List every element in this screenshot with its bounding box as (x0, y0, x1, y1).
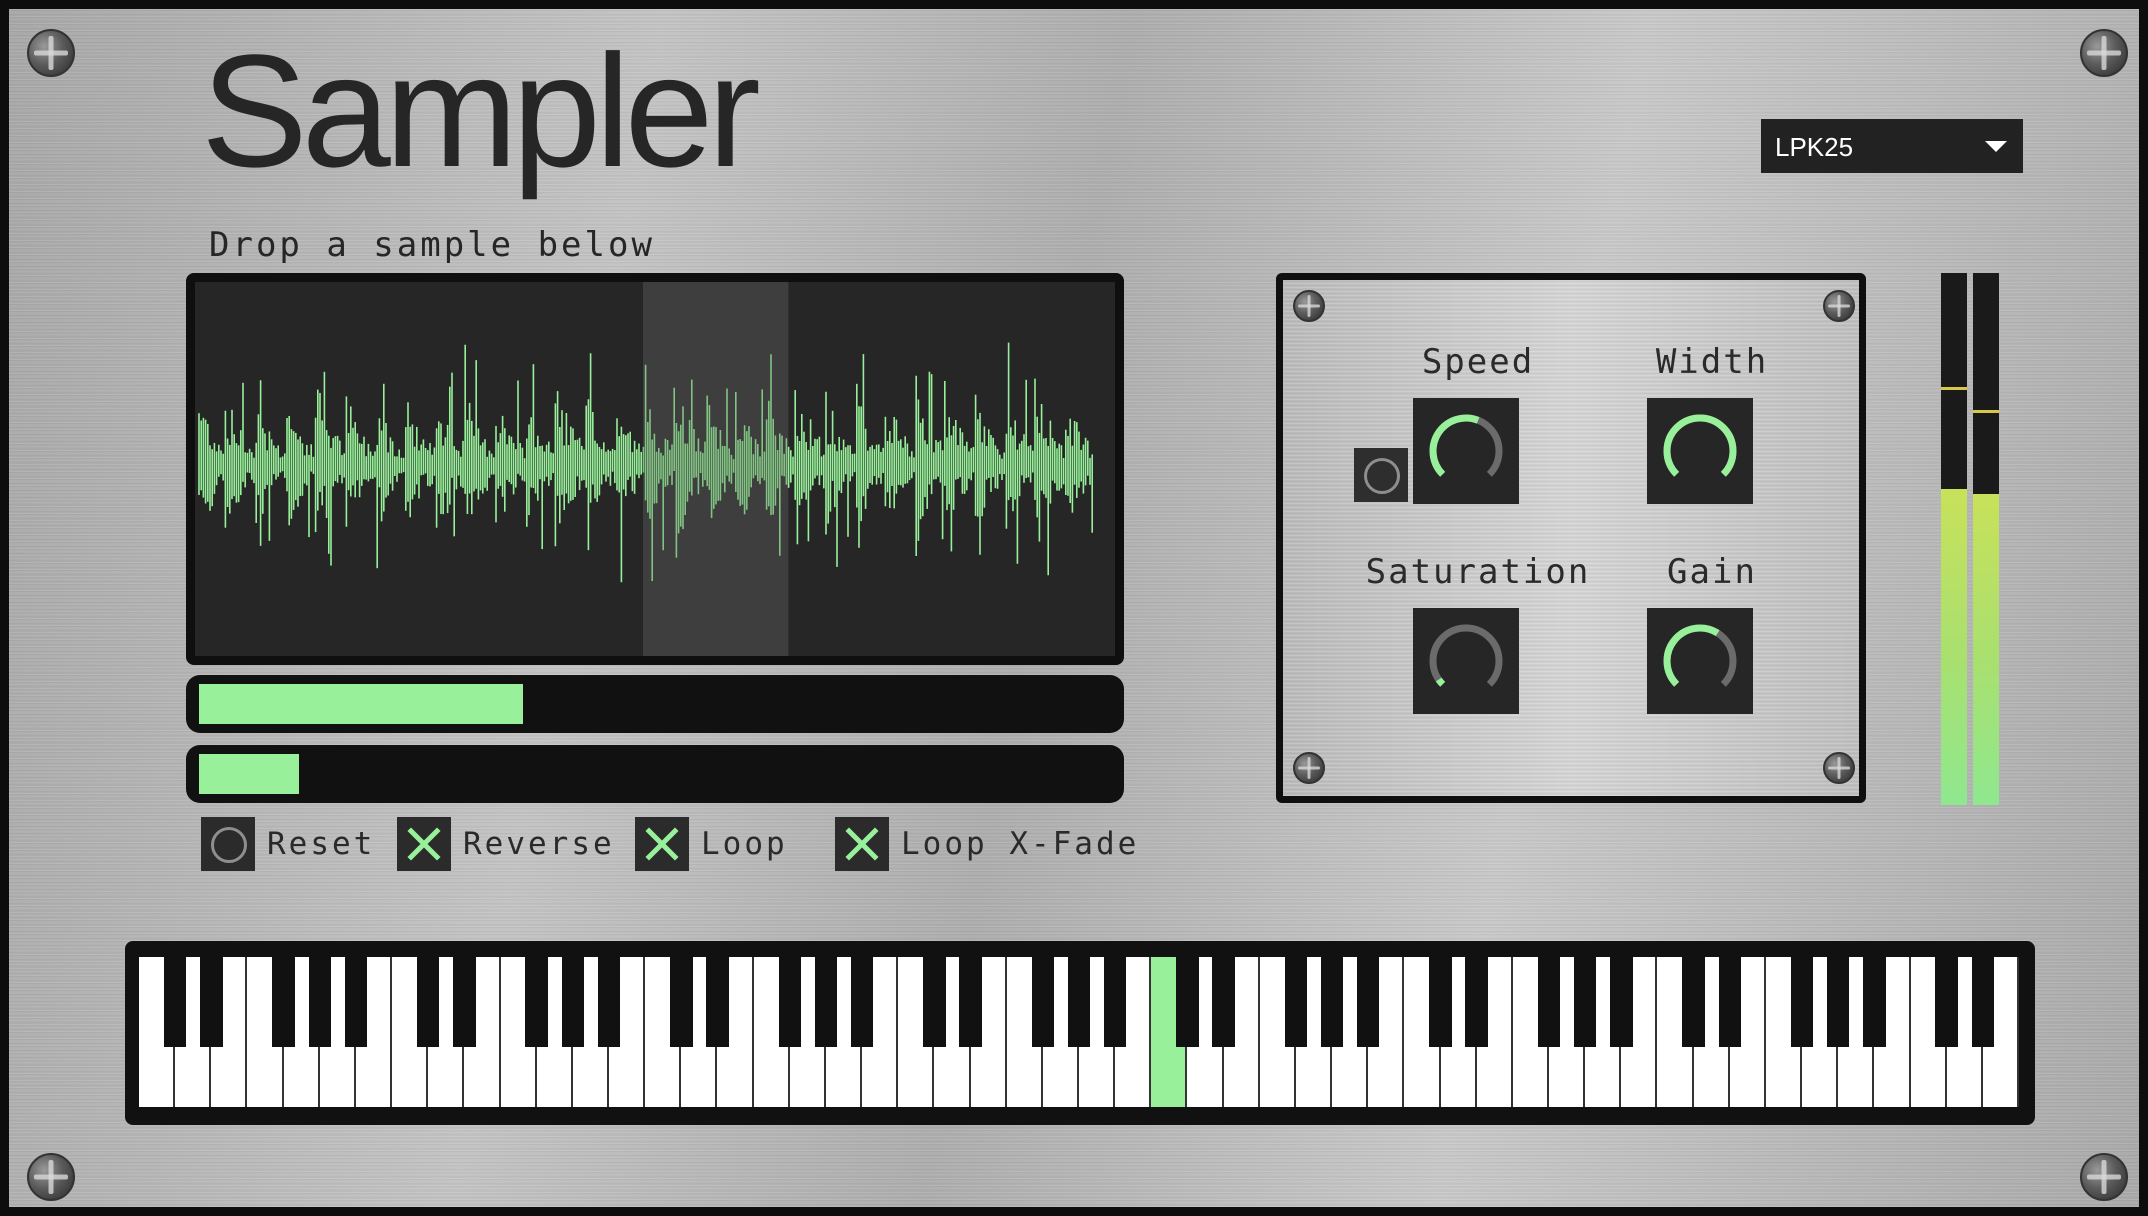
screw-bottom-left-icon (27, 1153, 75, 1201)
piano-black-key[interactable] (1863, 957, 1886, 1047)
piano-black-key[interactable] (272, 957, 295, 1047)
piano-black-key[interactable] (670, 957, 693, 1047)
speed-label: Speed (1421, 342, 1535, 382)
piano-black-key[interactable] (1935, 957, 1958, 1047)
piano-black-key[interactable] (1537, 957, 1561, 1047)
saturation-knob-dial (1429, 624, 1503, 687)
meter-right-channel (1973, 273, 1999, 805)
width-label: Width (1655, 342, 1769, 382)
circle-icon (1364, 458, 1400, 494)
meter-left-channel (1941, 273, 1967, 805)
screw-top-left-icon (27, 29, 75, 77)
gain-label: Gain (1667, 552, 1757, 592)
drop-hint: Drop a sample below (209, 225, 655, 265)
app-title: Sampler (201, 21, 761, 200)
reverse-label: Reverse (463, 826, 615, 862)
screw-bottom-right-icon (2080, 1153, 2128, 1201)
piano-black-key[interactable] (706, 957, 729, 1047)
panel-screw-bottom-right-icon (1823, 752, 1855, 784)
sample-end-slider-fill (199, 754, 299, 794)
piano-keys (139, 957, 2019, 1107)
screw-top-right-icon (2080, 29, 2128, 77)
meter-left-fill (1941, 489, 1967, 805)
piano-black-key[interactable] (1971, 957, 1995, 1047)
piano-black-key[interactable] (344, 957, 368, 1047)
piano-black-key[interactable] (1682, 957, 1705, 1047)
width-knob-dial (1663, 414, 1737, 477)
piano-black-key[interactable] (850, 957, 874, 1047)
piano-black-key[interactable] (1465, 957, 1488, 1047)
piano-black-key[interactable] (417, 957, 440, 1047)
sampler-window: Sampler Drop a sample below LPK25 Reset … (0, 0, 2148, 1216)
loop-xfade-checkbox[interactable] (835, 817, 889, 871)
piano-black-key[interactable] (959, 957, 982, 1047)
piano-black-key[interactable] (308, 957, 331, 1047)
meter-right-fill (1973, 494, 1999, 805)
piano-black-key[interactable] (1103, 957, 1127, 1047)
check-x-icon (645, 827, 679, 861)
check-x-icon (845, 827, 879, 861)
reset-label: Reset (267, 826, 376, 862)
piano-black-key[interactable] (597, 957, 621, 1047)
piano-black-key[interactable] (778, 957, 801, 1047)
piano-black-key[interactable] (1320, 957, 1344, 1047)
sample-start-slider-fill (199, 684, 523, 724)
piano-black-key[interactable] (1284, 957, 1308, 1047)
piano-black-key[interactable] (163, 957, 187, 1047)
sample-end-slider[interactable] (186, 745, 1124, 803)
piano-black-key[interactable] (1357, 957, 1380, 1047)
piano-black-key[interactable] (1827, 957, 1850, 1047)
piano-black-key[interactable] (525, 957, 548, 1047)
effects-panel: Speed Width Saturation Gain (1276, 273, 1866, 803)
chevron-down-icon (1985, 141, 2007, 152)
midi-device-select[interactable]: LPK25 (1761, 119, 2023, 173)
check-x-icon (407, 827, 441, 861)
waveform-graphic (198, 282, 1094, 656)
piano-black-key[interactable] (1718, 957, 1741, 1047)
piano-black-key[interactable] (1176, 957, 1199, 1047)
piano-keyboard (125, 941, 2035, 1125)
circle-icon (211, 827, 247, 863)
reset-checkbox[interactable] (201, 817, 255, 871)
gain-knob[interactable] (1647, 608, 1753, 714)
piano-black-key[interactable] (200, 957, 223, 1047)
output-level-meter (1939, 273, 2001, 805)
panel-screw-top-left-icon (1293, 290, 1325, 322)
speed-knob[interactable] (1413, 398, 1519, 504)
loop-xfade-label: Loop X-Fade (901, 826, 1140, 862)
piano-black-key[interactable] (923, 957, 946, 1047)
piano-black-key[interactable] (1573, 957, 1597, 1047)
piano-black-key[interactable] (1031, 957, 1055, 1047)
meter-right-peak (1973, 410, 1999, 413)
piano-black-key[interactable] (1067, 957, 1091, 1047)
panel-screw-top-right-icon (1823, 290, 1855, 322)
saturation-label: Saturation (1365, 552, 1591, 592)
sample-start-slider[interactable] (186, 675, 1124, 733)
saturation-knob[interactable] (1413, 608, 1519, 714)
piano-black-key[interactable] (1610, 957, 1633, 1047)
reverse-checkbox[interactable] (397, 817, 451, 871)
waveform-display[interactable] (186, 273, 1124, 665)
loop-checkbox[interactable] (635, 817, 689, 871)
piano-black-key[interactable] (814, 957, 838, 1047)
loop-label: Loop (701, 826, 788, 862)
piano-black-key[interactable] (1212, 957, 1235, 1047)
meter-left-peak (1941, 387, 1967, 390)
speed-link-toggle[interactable] (1354, 448, 1408, 502)
panel-screw-bottom-left-icon (1293, 752, 1325, 784)
piano-black-key[interactable] (453, 957, 476, 1047)
piano-black-key[interactable] (1429, 957, 1452, 1047)
midi-device-selected-value: LPK25 (1775, 132, 1854, 162)
gain-knob-dial (1663, 624, 1737, 687)
speed-knob-dial (1429, 414, 1503, 477)
piano-black-key[interactable] (1790, 957, 1814, 1047)
piano-black-key[interactable] (561, 957, 585, 1047)
width-knob[interactable] (1647, 398, 1753, 504)
